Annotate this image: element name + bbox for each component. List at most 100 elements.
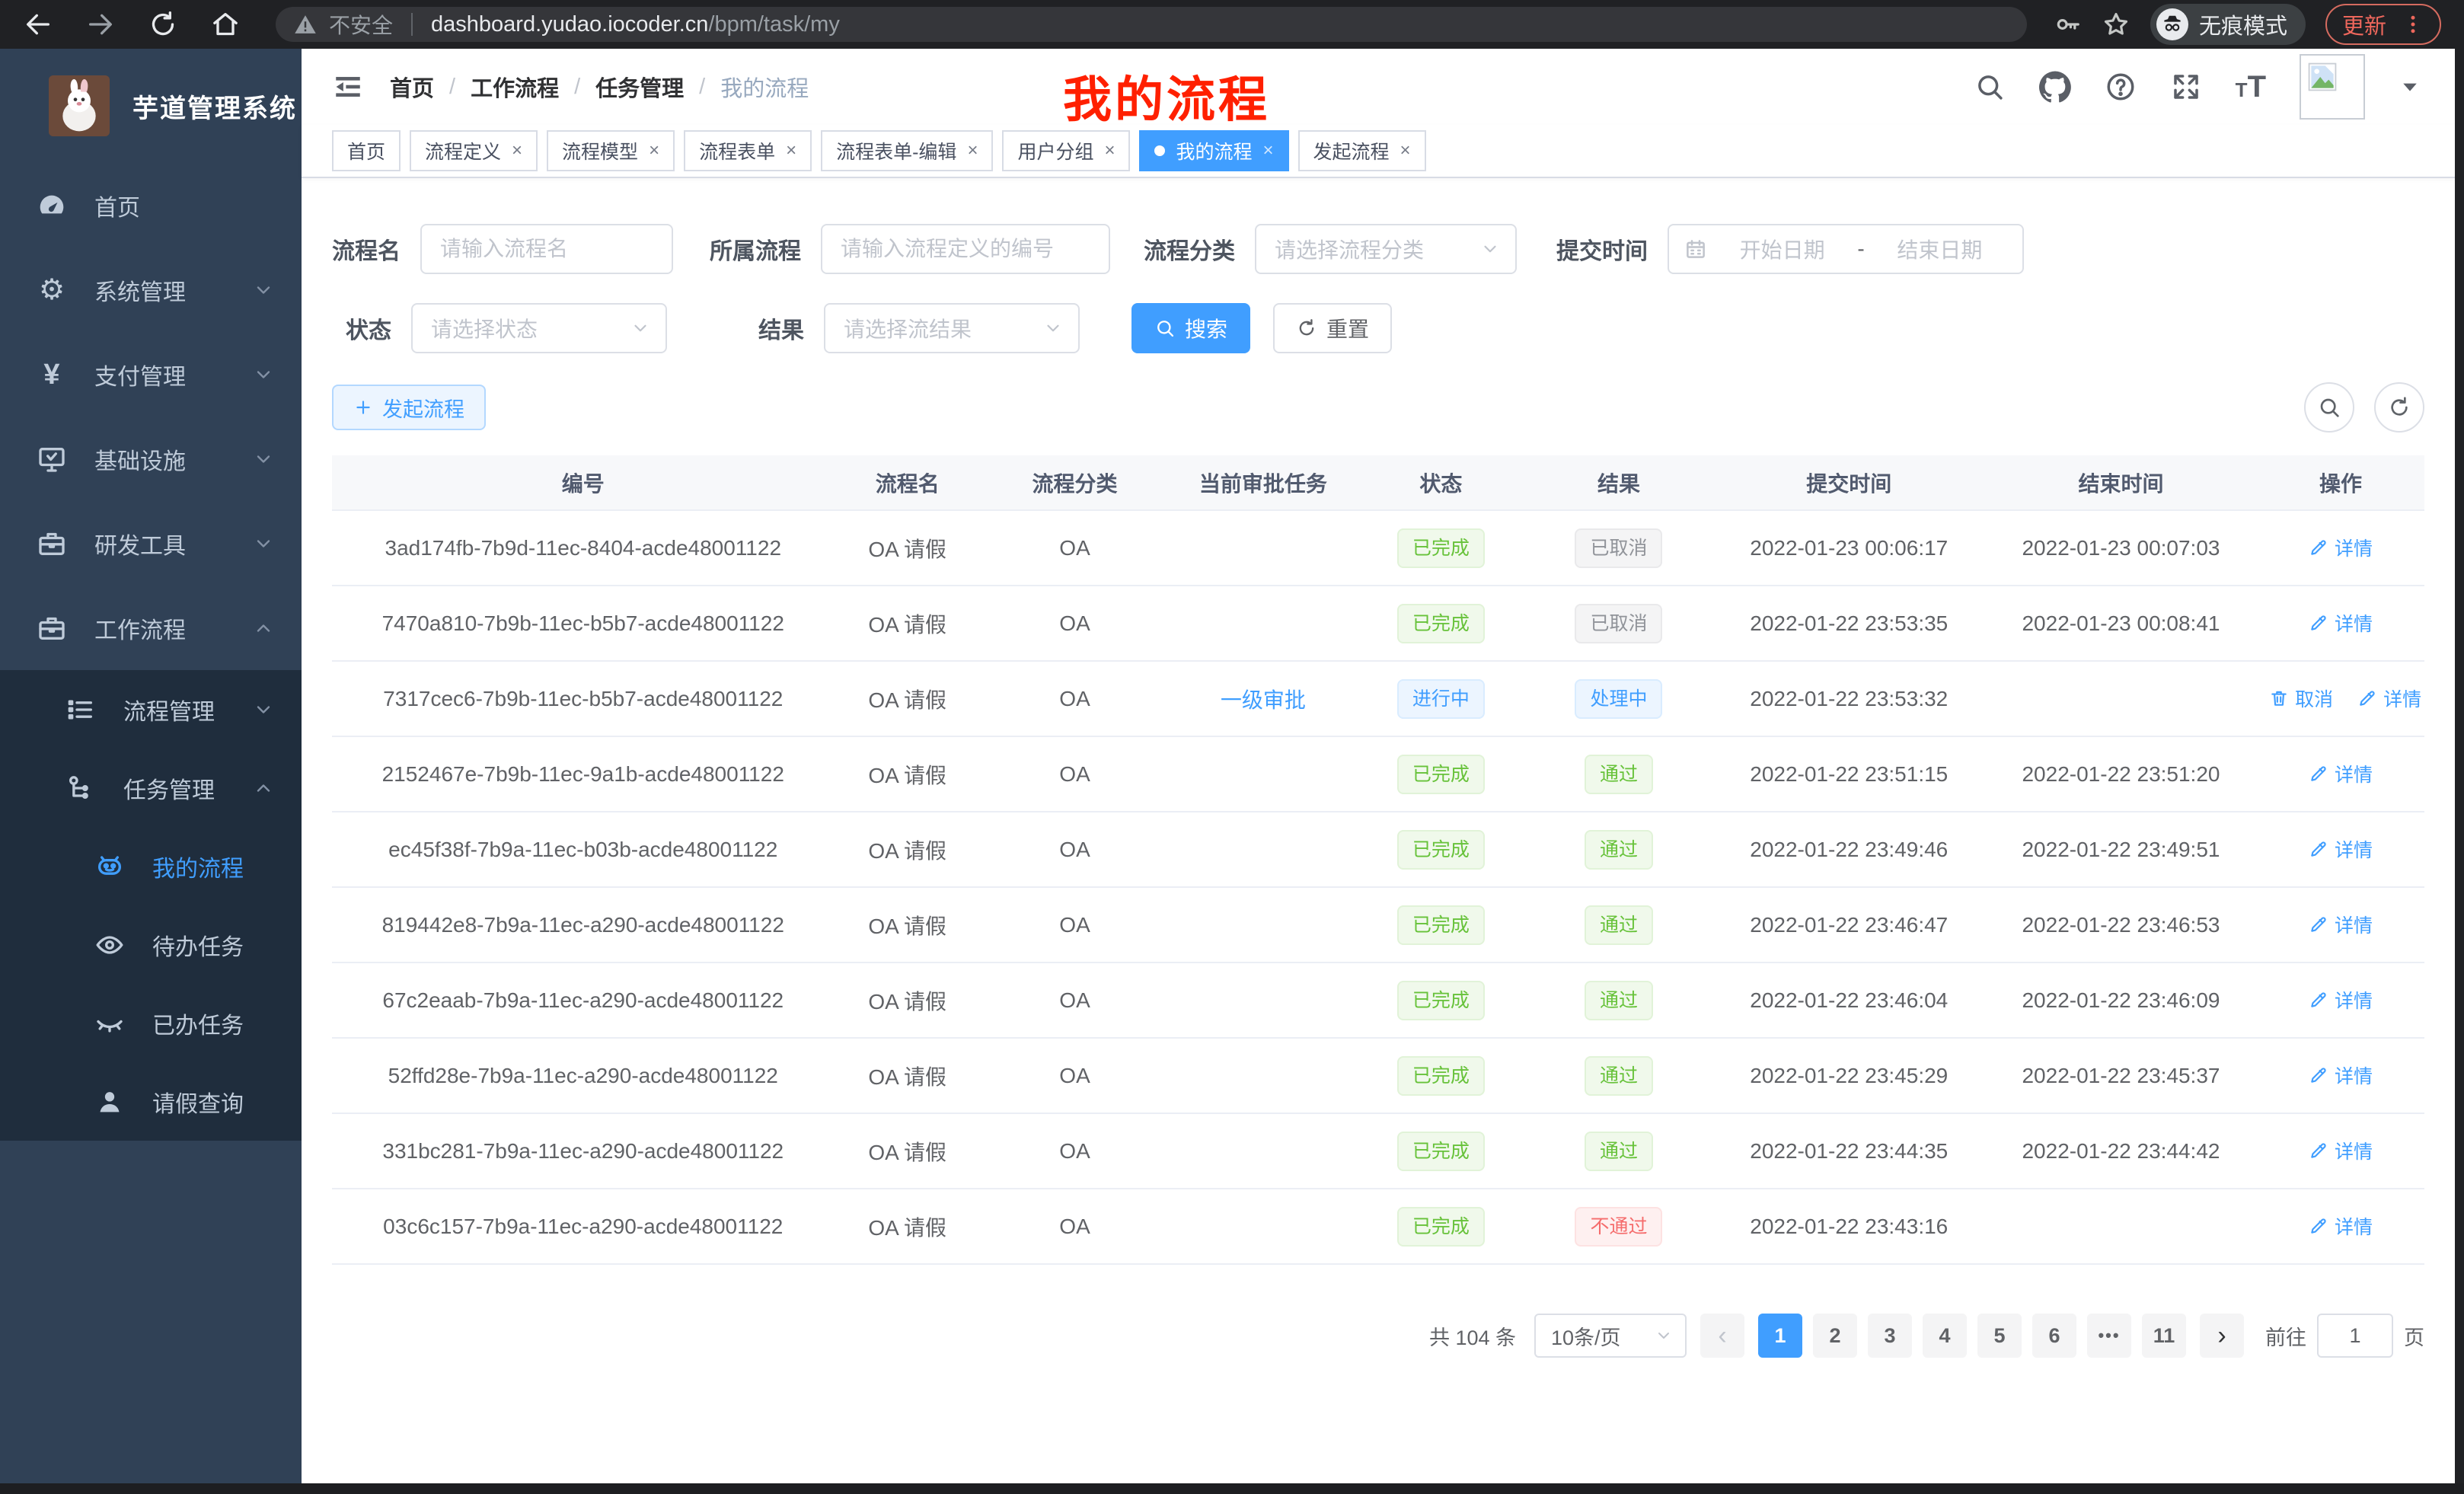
submit-time-range-picker[interactable]: 开始日期 - 结束日期 <box>1668 224 2024 274</box>
goto-page-input[interactable] <box>2317 1314 2393 1358</box>
sidebar-item-label: 待办任务 <box>152 928 244 962</box>
page-button-4[interactable]: 4 <box>1923 1314 1967 1358</box>
action-详情[interactable]: 详情 <box>2309 986 2373 1014</box>
home-icon[interactable] <box>210 9 241 40</box>
end-date-placeholder[interactable]: 结束日期 <box>1872 234 2007 264</box>
help-icon[interactable] <box>2105 71 2137 103</box>
sidebar-item-首页[interactable]: 首页 <box>0 163 302 247</box>
process-def-input[interactable] <box>821 224 1110 274</box>
category-select[interactable]: 请选择流程分类 <box>1255 224 1517 274</box>
breadcrumb-item[interactable]: 任务管理 <box>595 71 684 103</box>
action-详情[interactable]: 详情 <box>2309 835 2373 863</box>
sidebar-item-任务管理[interactable]: 任务管理 <box>0 749 302 827</box>
action-label: 详情 <box>2383 685 2421 712</box>
action-详情[interactable]: 详情 <box>2309 534 2373 561</box>
chevron-down-icon[interactable] <box>2399 75 2421 98</box>
avatar[interactable] <box>2300 54 2365 120</box>
refresh-table-button[interactable] <box>2374 382 2424 433</box>
reset-button[interactable]: 重置 <box>1273 303 1392 353</box>
security-label[interactable]: 不安全 <box>329 9 393 40</box>
page-button-3[interactable]: 3 <box>1868 1314 1912 1358</box>
browser-update-button[interactable]: 更新 <box>2325 4 2441 45</box>
tab-用户分组[interactable]: 用户分组 × <box>1002 130 1130 171</box>
close-icon[interactable]: × <box>1263 140 1274 161</box>
action-详情[interactable]: 详情 <box>2309 1212 2373 1240</box>
action-详情[interactable]: 详情 <box>2309 1061 2373 1089</box>
create-process-button[interactable]: 发起流程 <box>332 385 486 430</box>
tab-我的流程[interactable]: 我的流程× <box>1139 130 1288 171</box>
breadcrumb-item[interactable]: 首页 <box>390 71 434 103</box>
sidebar-toggle-icon[interactable] <box>332 71 364 103</box>
close-icon[interactable]: × <box>649 140 659 161</box>
cell-submit-time: 2022-01-22 23:53:32 <box>1713 661 1985 736</box>
breadcrumb-item[interactable]: 工作流程 <box>471 71 559 103</box>
sidebar-item-支付管理[interactable]: ¥支付管理 <box>0 332 302 417</box>
sidebar-item-系统管理[interactable]: ⚙系统管理 <box>0 247 302 332</box>
cell-end-time: 2022-01-22 23:44:42 <box>1985 1113 2257 1189</box>
page-button-11[interactable]: 11 <box>2142 1314 2186 1358</box>
cell-status: 已完成 <box>1358 586 1525 661</box>
current-task-link[interactable]: 一级审批 <box>1221 688 1306 712</box>
reload-icon[interactable] <box>148 9 178 40</box>
page-scrollbar[interactable] <box>2455 49 2464 1483</box>
tab-流程表单-编辑[interactable]: 流程表单-编辑× <box>821 130 993 171</box>
tab-首页[interactable]: 首页 <box>332 130 401 171</box>
close-icon[interactable]: × <box>786 140 796 161</box>
action-详情[interactable]: 详情 <box>2357 685 2421 712</box>
search-icon[interactable] <box>1974 71 2006 103</box>
sidebar-item-我的流程[interactable]: 我的流程 <box>0 827 302 905</box>
page-button-5[interactable]: 5 <box>1977 1314 2022 1358</box>
tab-流程表单[interactable]: 流程表单× <box>684 130 812 171</box>
page-url[interactable]: dashboard.yudao.iocoder.cn/bpm/task/my <box>431 12 840 37</box>
app-title: 芋道管理系统 <box>132 88 297 125</box>
sidebar-item-请假查询[interactable]: 请假查询 <box>0 1062 302 1141</box>
process-def-label: 所属流程 <box>710 232 801 266</box>
process-name-input[interactable] <box>420 224 673 274</box>
start-date-placeholder[interactable]: 开始日期 <box>1715 234 1850 264</box>
search-button[interactable]: 搜索 <box>1131 303 1250 353</box>
result-select[interactable]: 请选择流结果 <box>824 303 1080 353</box>
close-icon[interactable]: × <box>1400 140 1411 161</box>
chevron-down-icon <box>630 318 650 338</box>
close-icon[interactable]: × <box>1104 140 1115 161</box>
cell-process-name: OA 请假 <box>835 661 981 736</box>
next-page-button[interactable]: › <box>2200 1314 2244 1358</box>
tab-流程定义[interactable]: 流程定义× <box>410 130 538 171</box>
page-button-2[interactable]: 2 <box>1813 1314 1857 1358</box>
app-logo[interactable]: 芋道管理系统 <box>0 49 302 163</box>
close-icon[interactable]: × <box>512 140 522 161</box>
page-button-•••[interactable]: ••• <box>2087 1314 2131 1358</box>
action-详情[interactable]: 详情 <box>2309 609 2373 637</box>
toggle-search-button[interactable] <box>2304 382 2354 433</box>
security-warning-icon[interactable] <box>294 13 317 36</box>
address-bar[interactable]: 不安全 dashboard.yudao.iocoder.cn/bpm/task/… <box>276 7 2027 42</box>
prev-page-button[interactable]: ‹ <box>1700 1314 1744 1358</box>
tab-流程模型[interactable]: 流程模型× <box>547 130 675 171</box>
column-header: 操作 <box>2257 455 2424 510</box>
sidebar-item-已办任务[interactable]: 已办任务 <box>0 984 302 1062</box>
password-key-icon[interactable] <box>2053 10 2082 39</box>
forward-icon[interactable] <box>85 9 116 40</box>
close-icon[interactable]: × <box>967 140 978 161</box>
tab-label: 用户分组 <box>1017 137 1093 164</box>
github-icon[interactable] <box>2039 71 2071 103</box>
page-size-select[interactable]: 10条/页 <box>1534 1314 1687 1358</box>
action-详情[interactable]: 详情 <box>2309 1137 2373 1164</box>
action-详情[interactable]: 详情 <box>2309 760 2373 787</box>
back-icon[interactable] <box>23 9 53 40</box>
sidebar-item-待办任务[interactable]: 待办任务 <box>0 905 302 984</box>
fullscreen-icon[interactable] <box>2170 71 2202 103</box>
browser-menu-icon[interactable] <box>2402 13 2424 36</box>
page-button-6[interactable]: 6 <box>2032 1314 2076 1358</box>
sidebar-item-研发工具[interactable]: 研发工具 <box>0 501 302 586</box>
page-button-1[interactable]: 1 <box>1758 1314 1802 1358</box>
sidebar-item-基础设施[interactable]: 基础设施 <box>0 417 302 501</box>
tab-发起流程[interactable]: 发起流程× <box>1298 130 1426 171</box>
sidebar-item-流程管理[interactable]: 流程管理 <box>0 670 302 749</box>
sidebar-item-工作流程[interactable]: 工作流程 <box>0 586 302 670</box>
font-size-icon[interactable]: TT <box>2236 70 2266 104</box>
action-详情[interactable]: 详情 <box>2309 911 2373 938</box>
action-取消[interactable]: 取消 <box>2269 685 2333 712</box>
bookmark-star-icon[interactable] <box>2102 10 2130 39</box>
status-select[interactable]: 请选择状态 <box>411 303 667 353</box>
